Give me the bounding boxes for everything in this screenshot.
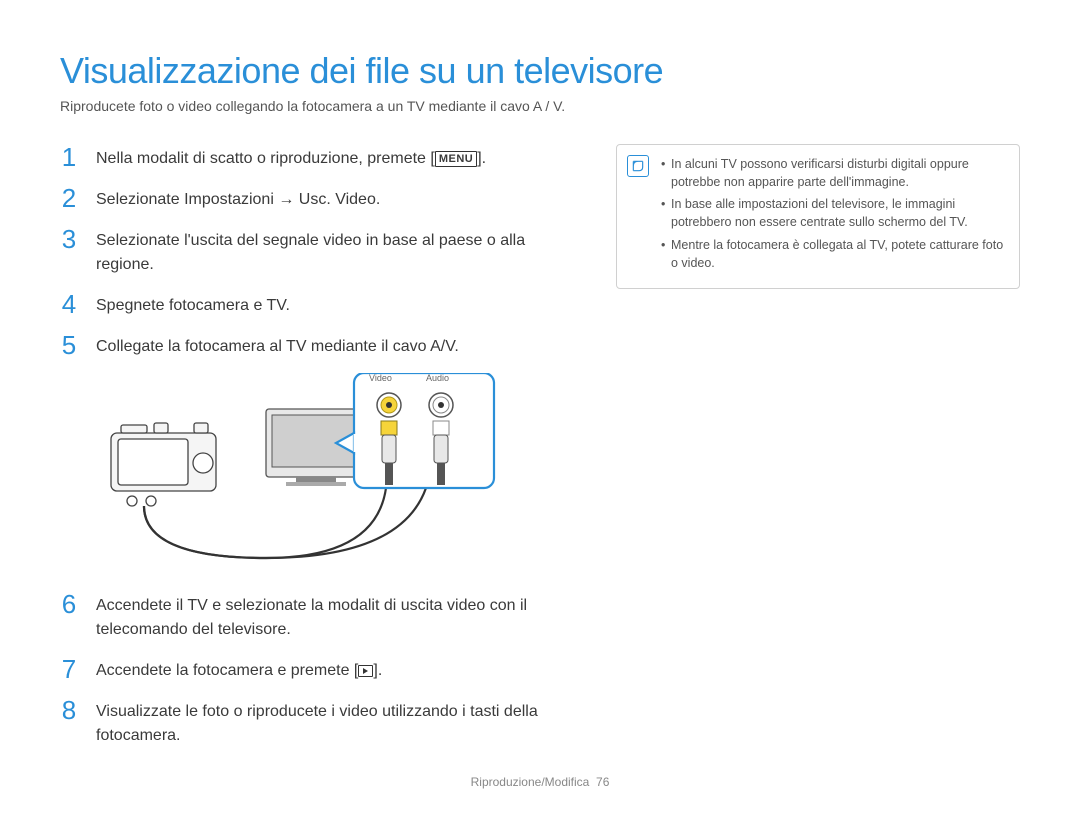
- step-number: 4: [60, 291, 78, 318]
- audio-jack-label: Audio: [426, 373, 449, 383]
- step-3: 3 Selezionate l'uscita del segnale video…: [60, 226, 580, 277]
- step-7: 7 Accendete la fotocamera e premete [].: [60, 656, 580, 683]
- step-number: 8: [60, 697, 78, 748]
- step-number: 1: [60, 144, 78, 171]
- note-box: In alcuni TV possono verificarsi disturb…: [616, 144, 1020, 289]
- step-number: 5: [60, 332, 78, 359]
- step-text: Accendete il TV e selezionate la modalit…: [96, 591, 580, 642]
- footer-page-number: 76: [596, 775, 609, 789]
- footer-section: Riproduzione/Modifica: [471, 775, 590, 789]
- step-6: 6 Accendete il TV e selezionate la modal…: [60, 591, 580, 642]
- step-text: Accendete la fotocamera e premete [].: [96, 656, 382, 683]
- page-subtitle: Riproducete foto o video collegando la f…: [60, 98, 1020, 114]
- step-text-part: Accendete la fotocamera e premete [: [96, 662, 358, 679]
- step-4: 4 Spegnete fotocamera e TV.: [60, 291, 580, 318]
- step-number: 2: [60, 185, 78, 212]
- playback-icon: [358, 665, 373, 677]
- step-number: 7: [60, 656, 78, 683]
- notes-column: In alcuni TV possono verificarsi disturb…: [616, 144, 1020, 762]
- connection-diagram: Video Audio: [96, 373, 496, 573]
- step-number: 6: [60, 591, 78, 642]
- menu-icon: MENU: [435, 151, 477, 167]
- step-text: Selezionate l'uscita del segnale video i…: [96, 226, 580, 277]
- page-title: Visualizzazione dei file su un televisor…: [60, 50, 1020, 92]
- step-text-part: ].: [477, 150, 486, 167]
- steps-column: 1 Nella modalit di scatto o riproduzione…: [60, 144, 580, 762]
- note-item: In base alle impostazioni del televisore…: [661, 195, 1005, 231]
- step-1: 1 Nella modalit di scatto o riproduzione…: [60, 144, 580, 171]
- video-jack-label: Video: [369, 373, 392, 383]
- step-number: 3: [60, 226, 78, 277]
- note-item: Mentre la fotocamera è collegata al TV, …: [661, 236, 1005, 272]
- note-item: In alcuni TV possono verificarsi disturb…: [661, 155, 1005, 191]
- step-5: 5 Collegate la fotocamera al TV mediante…: [60, 332, 580, 359]
- step-text: Spegnete fotocamera e TV.: [96, 291, 290, 318]
- step-text: Visualizzate le foto o riproducete i vid…: [96, 697, 580, 748]
- step-2: 2 Selezionate Impostazioni → Usc. Video.: [60, 185, 580, 212]
- page-footer: Riproduzione/Modifica 76: [0, 775, 1080, 789]
- step-text-part: ].: [373, 662, 382, 679]
- note-icon: [627, 155, 649, 177]
- step-text: Nella modalit di scatto o riproduzione, …: [96, 144, 486, 171]
- step-8: 8 Visualizzate le foto o riproducete i v…: [60, 697, 580, 748]
- step-text-part: Nella modalit di scatto o riproduzione, …: [96, 150, 435, 167]
- step-text: Collegate la fotocamera al TV mediante i…: [96, 332, 459, 359]
- step-text: Selezionate Impostazioni → Usc. Video.: [96, 185, 380, 212]
